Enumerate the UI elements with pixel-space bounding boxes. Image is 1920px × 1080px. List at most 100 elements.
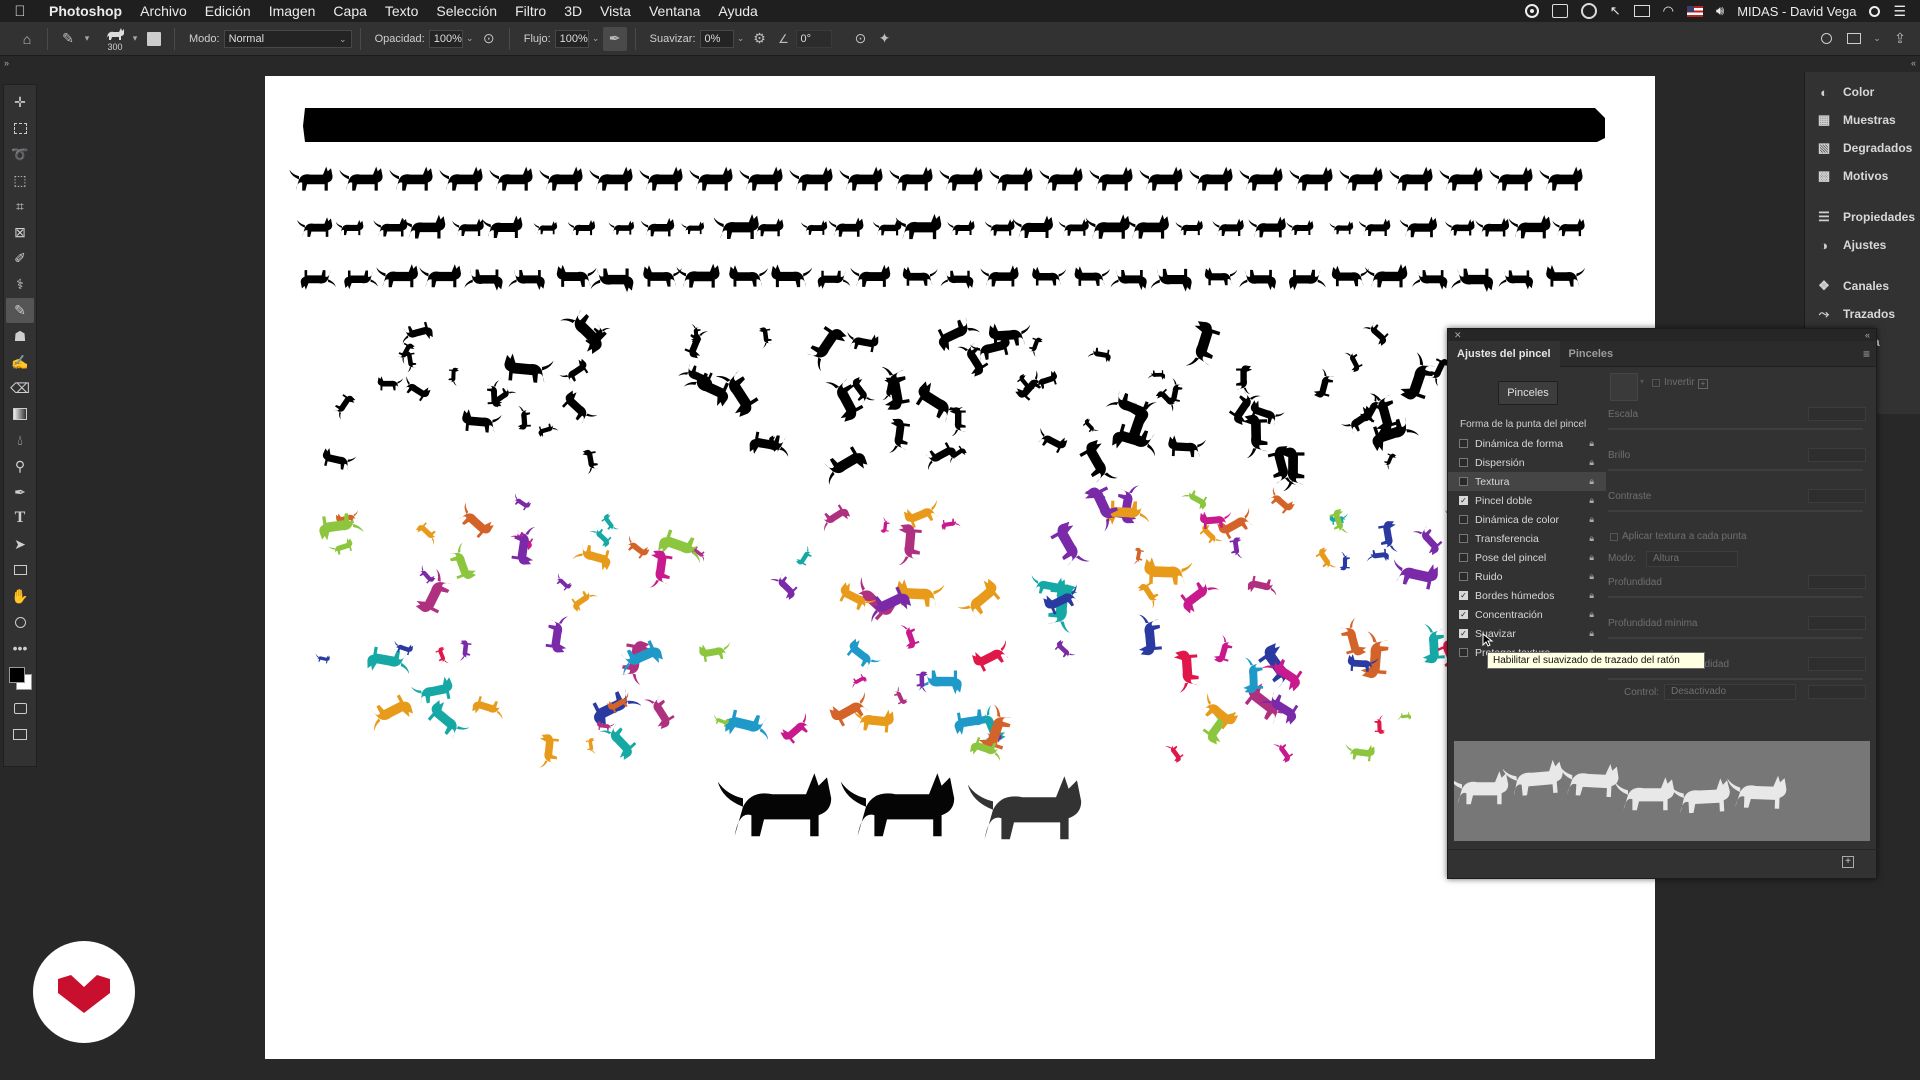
option-checkbox[interactable]	[1459, 477, 1468, 486]
flow-dropdown-icon[interactable]: ⌄	[589, 33, 603, 44]
color-swatches[interactable]	[5, 663, 35, 695]
marquee-tool-icon[interactable]	[6, 116, 34, 141]
scale-input[interactable]	[1808, 407, 1866, 421]
close-icon[interactable]: ✕	[1454, 330, 1462, 341]
lock-icon[interactable]: 🔒︎	[1589, 590, 1594, 601]
depth-input[interactable]	[1808, 575, 1866, 589]
creative-cloud-icon[interactable]	[1580, 3, 1597, 19]
workspace-dropdown-icon[interactable]: ⌄	[1870, 33, 1884, 44]
crop-tool-icon[interactable]: ⌗	[6, 194, 34, 219]
wifi-icon[interactable]: ◠	[1663, 3, 1674, 19]
panel-color[interactable]: ◐ Color	[1805, 78, 1920, 106]
option-checkbox[interactable]: ✓	[1459, 496, 1468, 505]
option-checkbox[interactable]	[1459, 648, 1468, 657]
brightness-input[interactable]	[1808, 448, 1866, 462]
scale-slider[interactable]	[1608, 428, 1863, 430]
option-checkbox[interactable]	[1459, 572, 1468, 581]
more-tools-icon[interactable]: •••	[6, 636, 34, 661]
create-brush-icon[interactable]: +	[1842, 856, 1854, 868]
menu-user[interactable]: MIDAS - David Vega	[1737, 4, 1856, 19]
brush-size-preview[interactable]: 300	[102, 24, 128, 54]
rectangle-tool-icon[interactable]	[6, 558, 34, 583]
dodge-tool-icon[interactable]: ⚲	[6, 454, 34, 479]
brush-tip-shape-item[interactable]: Forma de la punta del pincel	[1448, 415, 1606, 434]
texture-mode-select[interactable]: Altura	[1646, 551, 1738, 567]
menu-filtro[interactable]: Filtro	[506, 3, 555, 19]
panel-properties[interactable]: ☰ Propiedades	[1805, 203, 1920, 231]
menu-texto[interactable]: Texto	[376, 3, 427, 19]
smoothing-dropdown-icon[interactable]: ⌄	[734, 33, 748, 44]
move-tool-icon[interactable]: ✛	[6, 90, 34, 115]
min-depth-input[interactable]	[1808, 616, 1866, 630]
lock-icon[interactable]: 🔒︎	[1589, 495, 1594, 506]
brush-option-pose-del-pincel[interactable]: Pose del pincel 🔒︎	[1448, 548, 1606, 567]
option-checkbox[interactable]	[1459, 515, 1468, 524]
screen-mode-icon[interactable]	[6, 722, 34, 747]
tab-brushes[interactable]: Pinceles	[1560, 341, 1623, 367]
object-selection-tool-icon[interactable]: ⬚	[6, 168, 34, 193]
clone-stamp-tool-icon[interactable]: ☗	[6, 324, 34, 349]
menu-vista[interactable]: Vista	[591, 3, 640, 19]
lock-icon[interactable]: 🔒︎	[1589, 533, 1594, 544]
contrast-input[interactable]	[1808, 489, 1866, 503]
brush-settings-toggle-icon[interactable]	[142, 27, 166, 51]
option-checkbox[interactable]	[1459, 439, 1468, 448]
search-icon[interactable]	[1814, 27, 1838, 51]
symmetry-butterfly-icon[interactable]: ✦	[873, 27, 897, 51]
lock-icon[interactable]: 🔒︎	[1589, 457, 1594, 468]
panel-titlebar[interactable]: ✕ «	[1448, 329, 1876, 341]
option-checkbox[interactable]	[1459, 553, 1468, 562]
menu-ayuda[interactable]: Ayuda	[709, 3, 766, 19]
menu-archivo[interactable]: Archivo	[131, 3, 196, 19]
blur-tool-icon[interactable]: 💧︎	[6, 428, 34, 453]
brush-option-pincel-doble[interactable]: ✓ Pincel doble 🔒︎	[1448, 491, 1606, 510]
brush-option-transferencia[interactable]: Transferencia 🔒︎	[1448, 529, 1606, 548]
apply-each-checkbox[interactable]	[1610, 533, 1618, 541]
pattern-swatch[interactable]	[1610, 373, 1638, 401]
spotlight-search-icon[interactable]	[1869, 5, 1881, 17]
brush-option-textura[interactable]: Textura 🔒︎	[1448, 472, 1606, 491]
pattern-dropdown-icon[interactable]: ▾	[1640, 377, 1644, 386]
zoom-tool-icon[interactable]	[6, 610, 34, 635]
collapse-icon[interactable]: «	[1865, 330, 1870, 340]
menu-edicion[interactable]: Edición	[196, 3, 260, 19]
flag-us-icon[interactable]	[1687, 5, 1704, 17]
menu-capa[interactable]: Capa	[324, 3, 375, 19]
control-center-icon[interactable]: ☰	[1893, 3, 1906, 20]
panel-menu-icon[interactable]: ≡	[1863, 347, 1870, 361]
brush-picker-dropdown-icon[interactable]: ▾	[128, 33, 142, 44]
apple-icon[interactable]: 	[0, 3, 40, 20]
collapse-dock-icon[interactable]: «	[1911, 58, 1916, 68]
option-checkbox[interactable]: ✓	[1459, 610, 1468, 619]
lasso-tool-icon[interactable]: ➰	[6, 142, 34, 167]
panel-paths[interactable]: ⤳ Trazados	[1805, 300, 1920, 328]
depth-jitter-input[interactable]	[1808, 657, 1866, 671]
new-pattern-icon[interactable]: +	[1698, 379, 1708, 389]
panel-adjustments[interactable]: ◑ Ajustes	[1805, 231, 1920, 259]
panel-patterns[interactable]: ▩ Motivos	[1805, 162, 1920, 190]
menu-imagen[interactable]: Imagen	[260, 3, 325, 19]
type-tool-icon[interactable]: T	[6, 506, 34, 531]
share-icon[interactable]: ⇪	[1888, 27, 1912, 51]
quick-mask-icon[interactable]	[6, 696, 34, 721]
panel-channels[interactable]: ❖ Canales	[1805, 272, 1920, 300]
brushes-button[interactable]: Pinceles	[1498, 381, 1558, 405]
pressure-opacity-icon[interactable]: ⊙	[477, 27, 501, 51]
brush-option-concentración[interactable]: ✓ Concentración 🔒︎	[1448, 605, 1606, 624]
brush-tool-icon[interactable]: ✎	[6, 297, 34, 323]
brush-option-suavizar[interactable]: ✓ Suavizar 🔒︎	[1448, 624, 1606, 643]
foreground-color-swatch[interactable]	[9, 667, 25, 683]
eyedropper-tool-icon[interactable]: ✐	[6, 246, 34, 271]
lock-icon[interactable]: 🔒︎	[1589, 609, 1594, 620]
lock-icon[interactable]: 🔒︎	[1589, 514, 1594, 525]
brush-option-dinámica-de-forma[interactable]: Dinámica de forma 🔒︎	[1448, 434, 1606, 453]
lock-icon[interactable]: 🔒︎	[1589, 571, 1594, 582]
control-input[interactable]	[1808, 685, 1866, 699]
home-icon[interactable]: ⌂	[15, 27, 39, 51]
depth-jitter-slider[interactable]	[1608, 678, 1863, 680]
invert-checkbox[interactable]	[1652, 379, 1660, 387]
healing-brush-tool-icon[interactable]: ⚕	[6, 272, 34, 297]
menu-app-name[interactable]: Photoshop	[40, 3, 131, 19]
pen-tool-icon[interactable]: ✒	[6, 480, 34, 505]
brush-tool-preset-icon[interactable]: ✎	[56, 27, 80, 51]
